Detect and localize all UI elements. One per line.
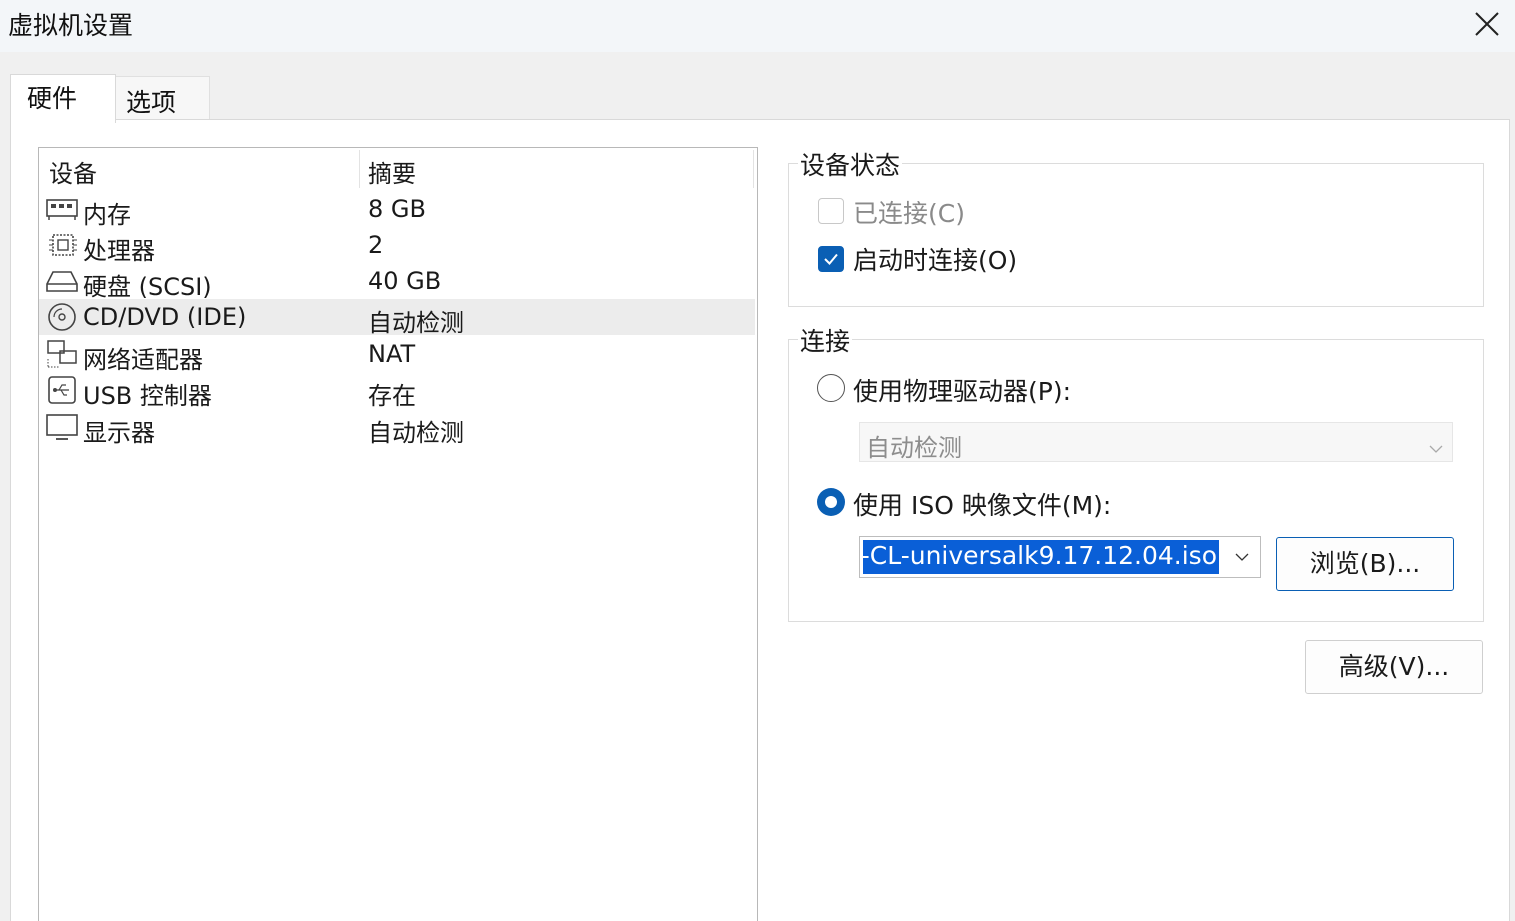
device-summary: NAT [368,340,416,368]
close-icon [1475,12,1499,36]
title-bar: 虚拟机设置 [0,0,1515,52]
device-summary: 自动检测 [368,309,464,337]
memory-icon [45,194,79,224]
device-row-network-adapter[interactable]: 网络适配器 NAT [39,336,755,374]
column-header-summary[interactable]: 摘要 [368,154,416,189]
device-row-cd-dvd[interactable]: CD/DVD (IDE) 自动检测 [39,299,755,337]
tab-hardware-label: 硬件 [27,84,78,113]
column-header-device[interactable]: 设备 [49,154,97,189]
column-divider [753,150,754,188]
device-status-group [788,163,1484,307]
device-summary: 自动检测 [368,419,464,447]
physical-drive-radio[interactable] [817,374,845,402]
device-name: 硬盘 (SCSI) [83,273,212,301]
connected-checkbox[interactable] [818,198,844,224]
device-name: 网络适配器 [83,346,203,374]
connection-legend: 连接 [798,322,853,358]
hard-disk-icon [45,266,79,296]
chevron-down-icon [1428,435,1444,453]
physical-drive-label[interactable]: 使用物理驱动器(P): [853,372,1071,408]
device-status-legend: 设备状态 [798,146,903,182]
checkmark-icon [824,253,838,265]
close-button[interactable] [1469,6,1505,42]
connect-at-power-on-checkbox[interactable] [818,246,844,272]
device-row-usb[interactable]: USB 控制器 存在 [39,372,755,410]
iso-path-selection[interactable]: 00-CL-universalk9.17.12.04.iso [863,540,1219,574]
device-summary: 40 GB [368,267,442,295]
vm-settings-window: 虚拟机设置 硬件 选项 设备 摘要 内存 8 GB 处理器 2 硬盘 (SCSI… [0,0,1515,921]
tab-strip: 硬件 选项 [0,52,1515,123]
column-divider[interactable] [359,150,360,188]
tab-options-label: 选项 [126,88,177,117]
physical-drive-select: 自动检测 [859,422,1453,462]
device-summary: 2 [368,231,384,259]
device-name: 显示器 [83,419,155,447]
tab-hardware[interactable]: 硬件 [10,74,116,123]
chevron-down-icon[interactable] [1234,549,1250,565]
iso-image-label[interactable]: 使用 ISO 映像文件(M): [853,486,1111,522]
physical-drive-select-value: 自动检测 [866,434,962,462]
device-row-processor[interactable]: 处理器 2 [39,227,755,265]
device-row-hard-disk[interactable]: 硬盘 (SCSI) 40 GB [39,263,755,301]
device-name: 处理器 [83,237,155,265]
device-row-display[interactable]: 显示器 自动检测 [39,409,755,447]
device-list: 设备 摘要 内存 8 GB 处理器 2 硬盘 (SCSI) 40 GB CD/D… [38,147,758,921]
iso-path-text: 00-CL-universalk9.17.12.04.iso [863,541,1217,570]
device-name: USB 控制器 [83,382,212,410]
device-row-memory[interactable]: 内存 8 GB [39,191,755,229]
network-adapter-icon [45,339,79,369]
advanced-button[interactable]: 高级(V)... [1305,640,1483,694]
browse-button[interactable]: 浏览(B)... [1276,537,1454,591]
connect-at-power-on-label[interactable]: 启动时连接(O) [853,241,1017,277]
device-summary: 存在 [368,382,416,410]
window-title: 虚拟机设置 [8,11,134,40]
device-name: CD/DVD (IDE) [83,303,247,331]
hardware-panel: 设备 摘要 内存 8 GB 处理器 2 硬盘 (SCSI) 40 GB CD/D… [10,119,1510,921]
connected-label[interactable]: 已连接(C) [853,194,965,230]
device-summary: 8 GB [368,195,426,223]
usb-icon [45,375,79,405]
processor-icon [45,230,79,260]
iso-image-radio[interactable] [817,488,845,516]
tab-options[interactable]: 选项 [114,76,210,121]
cd-dvd-icon [45,302,79,332]
display-icon [45,412,79,442]
device-name: 内存 [83,201,131,229]
device-list-header: 设备 摘要 [39,148,757,188]
iso-path-combobox[interactable]: 00-CL-universalk9.17.12.04.iso [859,536,1261,578]
